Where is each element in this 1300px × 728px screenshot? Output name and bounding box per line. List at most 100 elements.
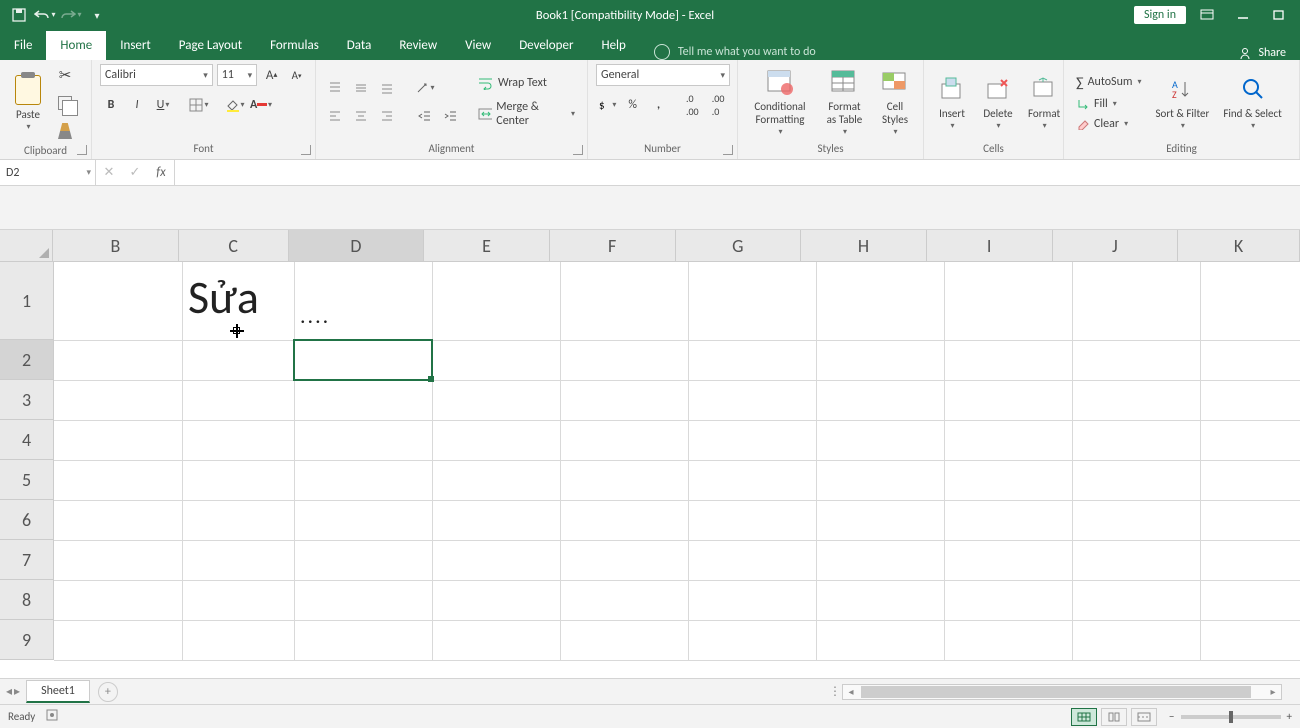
borders-button[interactable]: ▾	[188, 94, 210, 116]
paste-button[interactable]: Paste▾	[8, 72, 48, 135]
col-header-B[interactable]: B	[53, 230, 179, 262]
row-header-1[interactable]: 1	[0, 262, 54, 340]
select-all-button[interactable]	[0, 230, 53, 262]
align-center-button[interactable]	[350, 105, 372, 127]
col-header-E[interactable]: E	[424, 230, 550, 262]
tab-help[interactable]: Help	[587, 31, 639, 60]
decrease-indent-button[interactable]	[414, 105, 436, 127]
tab-file[interactable]: File	[0, 31, 46, 60]
bold-button[interactable]: B	[100, 94, 122, 116]
orientation-button[interactable]: ▾	[414, 77, 436, 99]
save-icon[interactable]	[8, 4, 30, 26]
clear-button[interactable]: Clear▾	[1072, 115, 1145, 133]
font-name-select[interactable]: Calibri▾	[100, 64, 213, 86]
delete-cells-button[interactable]: Delete▾	[978, 71, 1018, 134]
col-header-H[interactable]: H	[801, 230, 927, 262]
tab-formulas[interactable]: Formulas	[256, 31, 333, 60]
name-box[interactable]: D2▾	[0, 160, 96, 185]
decrease-font-button[interactable]: A▾	[286, 64, 307, 86]
cancel-formula-icon[interactable]: ✕	[96, 165, 122, 180]
copy-button[interactable]	[54, 92, 76, 114]
normal-view-button[interactable]	[1071, 708, 1097, 726]
italic-button[interactable]: I	[126, 94, 148, 116]
minimize-button[interactable]	[1228, 4, 1258, 26]
format-cells-button[interactable]: Format▾	[1024, 71, 1064, 134]
font-dialog-launcher[interactable]	[301, 145, 311, 155]
number-dialog-launcher[interactable]	[723, 145, 733, 155]
fx-icon[interactable]: fx	[148, 165, 174, 180]
percent-button[interactable]: %	[622, 94, 644, 116]
col-header-K[interactable]: K	[1178, 230, 1300, 262]
format-as-table-button[interactable]: Format as Table▾	[820, 64, 869, 140]
sort-filter-button[interactable]: AZSort & Filter▾	[1151, 71, 1213, 134]
macro-record-icon[interactable]	[45, 708, 59, 725]
page-layout-view-button[interactable]	[1101, 708, 1127, 726]
cut-button[interactable]: ✂	[54, 64, 76, 86]
row-header-7[interactable]: 7	[0, 540, 54, 580]
ribbon-options-icon[interactable]	[1192, 4, 1222, 26]
tab-review[interactable]: Review	[385, 31, 451, 60]
font-color-button[interactable]: A▾	[250, 94, 272, 116]
row-header-5[interactable]: 5	[0, 460, 54, 500]
format-painter-button[interactable]	[54, 120, 76, 142]
row-header-3[interactable]: 3	[0, 380, 54, 420]
tell-me[interactable]: Tell me what you want to do	[640, 44, 830, 60]
col-header-J[interactable]: J	[1053, 230, 1179, 262]
col-header-F[interactable]: F	[550, 230, 676, 262]
fill-button[interactable]: Fill▾	[1072, 95, 1145, 113]
autosum-button[interactable]: ∑AutoSum▾	[1072, 72, 1145, 93]
find-select-button[interactable]: Find & Select▾	[1219, 71, 1285, 134]
comma-button[interactable]: ,	[648, 94, 670, 116]
zoom-out-button[interactable]: −	[1169, 710, 1174, 723]
cell-D1[interactable]: ....	[300, 302, 330, 329]
zoom-control[interactable]: − +	[1169, 710, 1292, 723]
col-header-D[interactable]: D	[289, 230, 425, 262]
wrap-text-button[interactable]: Wrap Text	[474, 74, 579, 92]
share-button[interactable]: Share	[1224, 46, 1300, 60]
clipboard-dialog-launcher[interactable]	[77, 145, 87, 155]
fill-color-button[interactable]: ▾	[224, 94, 246, 116]
col-header-I[interactable]: I	[927, 230, 1053, 262]
qat-customize-icon[interactable]: ▾	[86, 4, 108, 26]
increase-decimal-button[interactable]: .0.00	[681, 94, 703, 116]
sheet-nav[interactable]: ◂▸	[0, 684, 26, 699]
active-cell[interactable]	[293, 339, 433, 381]
number-format-select[interactable]: General▾	[596, 64, 730, 86]
page-break-view-button[interactable]	[1131, 708, 1157, 726]
tab-view[interactable]: View	[451, 31, 505, 60]
horizontal-scrollbar[interactable]: ⋮ ◂▸	[842, 684, 1282, 700]
insert-cells-button[interactable]: Insert▾	[932, 71, 972, 134]
undo-button[interactable]: ▾	[34, 4, 56, 26]
col-header-G[interactable]: G	[676, 230, 802, 262]
decrease-decimal-button[interactable]: .00.0	[707, 94, 729, 116]
tab-developer[interactable]: Developer	[505, 31, 587, 60]
row-header-2[interactable]: 2	[0, 340, 54, 380]
tab-data[interactable]: Data	[333, 31, 386, 60]
sign-in-button[interactable]: Sign in	[1134, 6, 1186, 24]
tab-insert[interactable]: Insert	[106, 31, 165, 60]
align-middle-button[interactable]	[350, 77, 372, 99]
row-header-6[interactable]: 6	[0, 500, 54, 540]
underline-button[interactable]: U▾	[152, 94, 174, 116]
sheet-tab[interactable]: Sheet1	[26, 680, 90, 703]
enter-formula-icon[interactable]: ✓	[122, 165, 148, 180]
align-bottom-button[interactable]	[376, 77, 398, 99]
cell-styles-button[interactable]: Cell Styles▾	[875, 64, 915, 140]
cells-area[interactable]: Sửa ....	[54, 262, 1300, 660]
align-left-button[interactable]	[324, 105, 346, 127]
align-right-button[interactable]	[376, 105, 398, 127]
tab-home[interactable]: Home	[46, 31, 106, 60]
font-size-select[interactable]: 11▾	[217, 64, 257, 86]
increase-indent-button[interactable]	[440, 105, 462, 127]
align-top-button[interactable]	[324, 77, 346, 99]
cell-C1[interactable]: Sửa	[188, 270, 259, 326]
formula-input[interactable]	[175, 160, 1300, 185]
zoom-slider[interactable]	[1181, 715, 1281, 719]
col-header-C[interactable]: C	[179, 230, 289, 262]
row-header-4[interactable]: 4	[0, 420, 54, 460]
zoom-in-button[interactable]: +	[1287, 710, 1292, 723]
merge-center-button[interactable]: Merge & Center▾	[474, 98, 579, 130]
new-sheet-button[interactable]: +	[98, 682, 118, 702]
row-header-9[interactable]: 9	[0, 620, 54, 660]
alignment-dialog-launcher[interactable]	[573, 145, 583, 155]
